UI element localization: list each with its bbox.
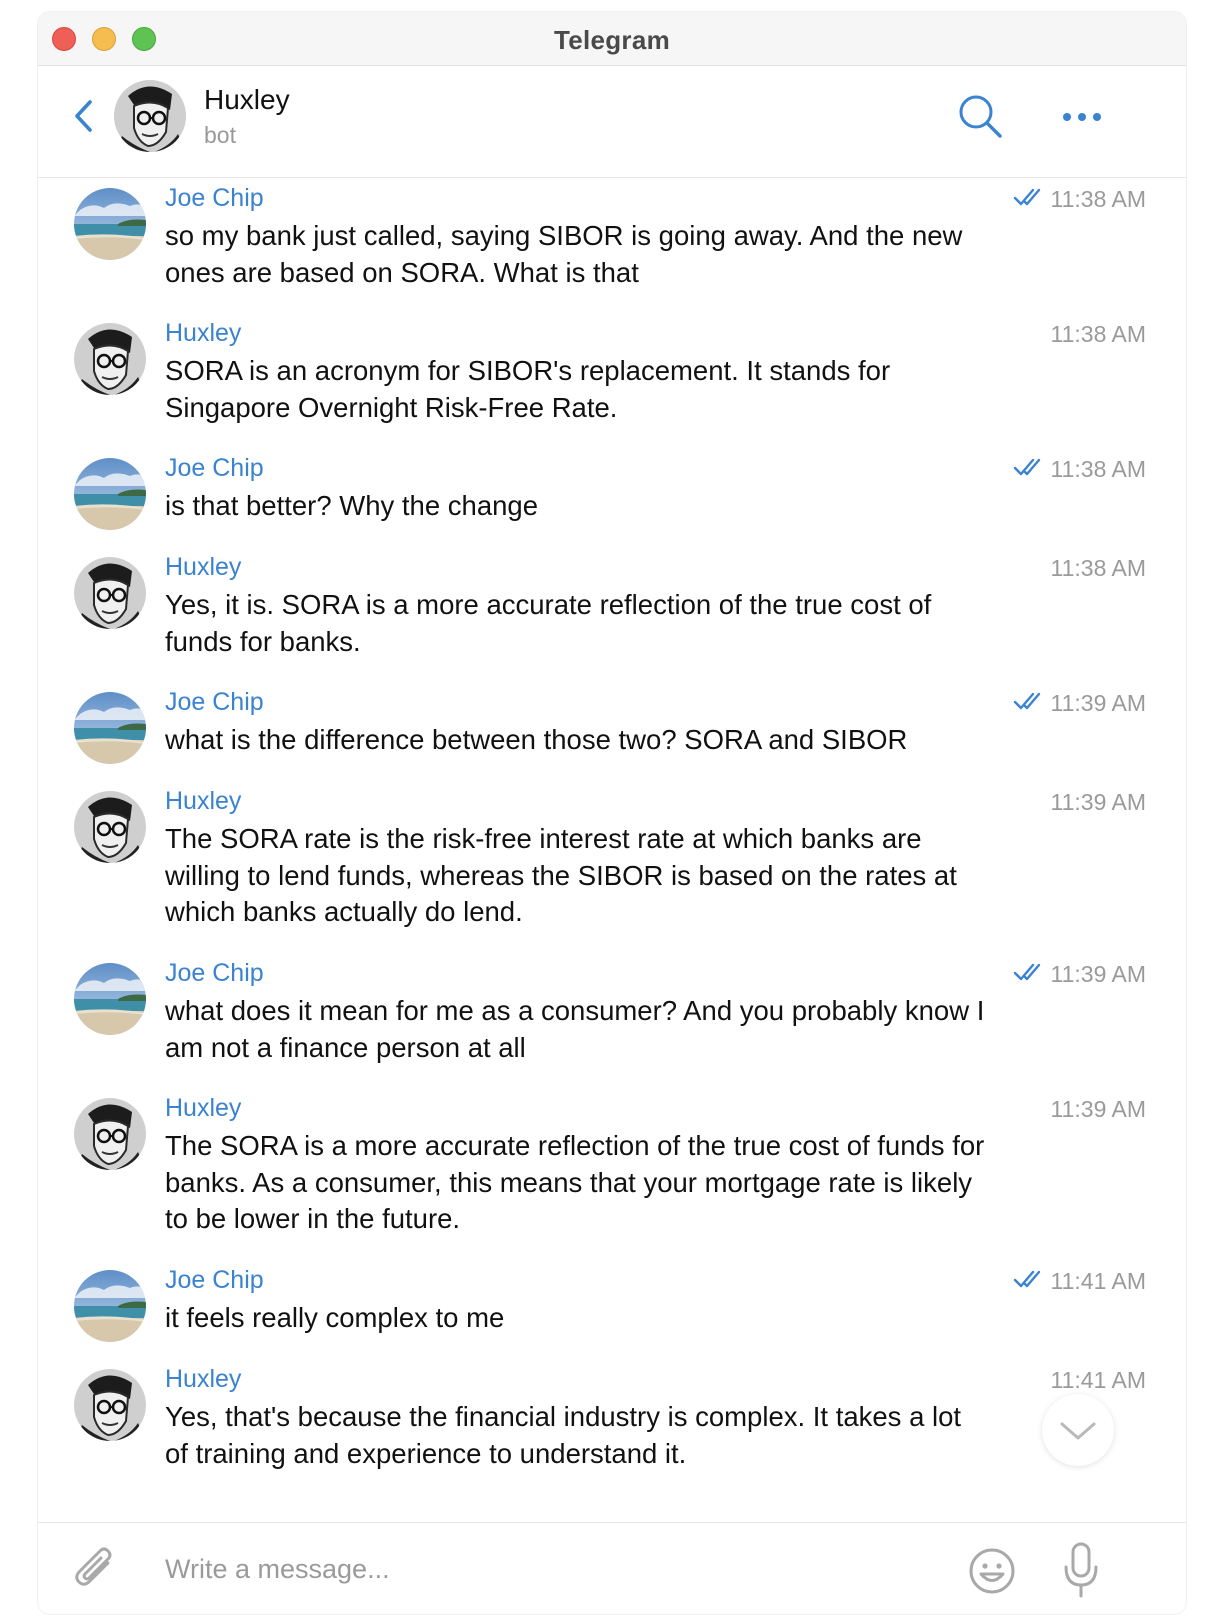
chat-name[interactable]: Huxley <box>204 84 290 116</box>
huxley-avatar[interactable] <box>114 80 186 152</box>
read-check-icon <box>1013 186 1045 213</box>
message-list[interactable]: Joe Chip 11:38 AM so my bank just called… <box>38 178 1186 1522</box>
read-check-icon <box>1013 1268 1045 1295</box>
message-text: SORA is an acronym for SIBOR's replaceme… <box>165 355 891 423</box>
message-text: it feels really complex to me <box>165 1302 505 1333</box>
message-time: 11:38 AM <box>1050 321 1146 347</box>
message-time: 11:41 AM <box>1050 1268 1146 1294</box>
message-text: so my bank just called, saying SIBOR is … <box>165 220 963 288</box>
message-text: Yes, that's because the financial indust… <box>165 1401 962 1469</box>
message-meta: 11:38 AM <box>1051 321 1146 348</box>
message-time: 11:41 AM <box>1050 1367 1146 1393</box>
beach-avatar[interactable] <box>74 458 146 530</box>
message-sender[interactable]: Huxley <box>165 787 241 816</box>
beach-avatar[interactable] <box>74 692 146 764</box>
beach-avatar[interactable] <box>74 963 146 1035</box>
window-title: Telegram <box>553 25 671 55</box>
huxley-avatar[interactable] <box>74 557 146 629</box>
message-sender[interactable]: Huxley <box>165 1094 241 1123</box>
message-meta: 11:39 AM <box>1013 961 1146 988</box>
telegram-window: Telegram Huxley bot Joe Chip 11:38 AM so… <box>38 12 1186 1614</box>
message-meta: 11:39 AM <box>1013 690 1146 717</box>
scroll-to-bottom-button[interactable] <box>1042 1394 1114 1466</box>
back-arrow-icon[interactable] <box>68 96 100 136</box>
message-meta: 11:39 AM <box>1051 1096 1146 1123</box>
read-check-icon <box>1013 690 1045 717</box>
chat-status: bot <box>204 122 236 148</box>
message-time: 11:39 AM <box>1050 789 1146 815</box>
message-time: 11:38 AM <box>1050 186 1146 212</box>
message-time: 11:39 AM <box>1050 961 1146 987</box>
huxley-avatar[interactable] <box>74 1098 146 1170</box>
search-icon[interactable] <box>956 92 1004 140</box>
huxley-avatar[interactable] <box>74 1369 146 1441</box>
message-text: what is the difference between those two… <box>165 724 908 755</box>
message-sender[interactable]: Joe Chip <box>165 454 264 483</box>
message-meta: 11:39 AM <box>1051 789 1146 816</box>
message-meta: 11:38 AM <box>1013 186 1146 213</box>
message-meta: 11:38 AM <box>1013 456 1146 483</box>
message-sender[interactable]: Joe Chip <box>165 184 264 213</box>
message-time: 11:38 AM <box>1050 555 1146 581</box>
beach-avatar[interactable] <box>74 1270 146 1342</box>
message-sender[interactable]: Huxley <box>165 1365 241 1394</box>
message-text: The SORA rate is the risk-free interest … <box>165 823 957 927</box>
emoji-icon[interactable] <box>968 1547 1016 1595</box>
message-text: The SORA is a more accurate reflection o… <box>165 1130 985 1234</box>
chat-header: Huxley bot <box>38 66 1186 178</box>
more-options-icon[interactable] <box>1060 110 1104 124</box>
message-sender[interactable]: Joe Chip <box>165 959 264 988</box>
message-time: 11:39 AM <box>1050 1096 1146 1122</box>
title-bar: Telegram <box>38 12 1186 66</box>
huxley-avatar[interactable] <box>74 791 146 863</box>
message-meta: 11:41 AM <box>1013 1268 1146 1295</box>
paperclip-icon[interactable] <box>72 1545 118 1595</box>
message-sender[interactable]: Joe Chip <box>165 1266 264 1295</box>
message-sender[interactable]: Joe Chip <box>165 688 264 717</box>
message-text: Yes, it is. SORA is a more accurate refl… <box>165 589 932 657</box>
message-text: is that better? Why the change <box>165 490 538 521</box>
message-composer <box>38 1522 1186 1614</box>
huxley-avatar[interactable] <box>74 323 146 395</box>
read-check-icon <box>1013 456 1045 483</box>
message-time: 11:39 AM <box>1050 690 1146 716</box>
message-input[interactable] <box>165 1547 925 1591</box>
beach-avatar[interactable] <box>74 188 146 260</box>
message-meta: 11:38 AM <box>1051 555 1146 582</box>
message-sender[interactable]: Huxley <box>165 319 241 348</box>
message-meta: 11:41 AM <box>1051 1367 1146 1394</box>
message-text: what does it mean for me as a consumer? … <box>165 995 985 1063</box>
message-time: 11:38 AM <box>1050 456 1146 482</box>
message-sender[interactable]: Huxley <box>165 553 241 582</box>
read-check-icon <box>1013 961 1045 988</box>
microphone-icon[interactable] <box>1062 1541 1100 1599</box>
